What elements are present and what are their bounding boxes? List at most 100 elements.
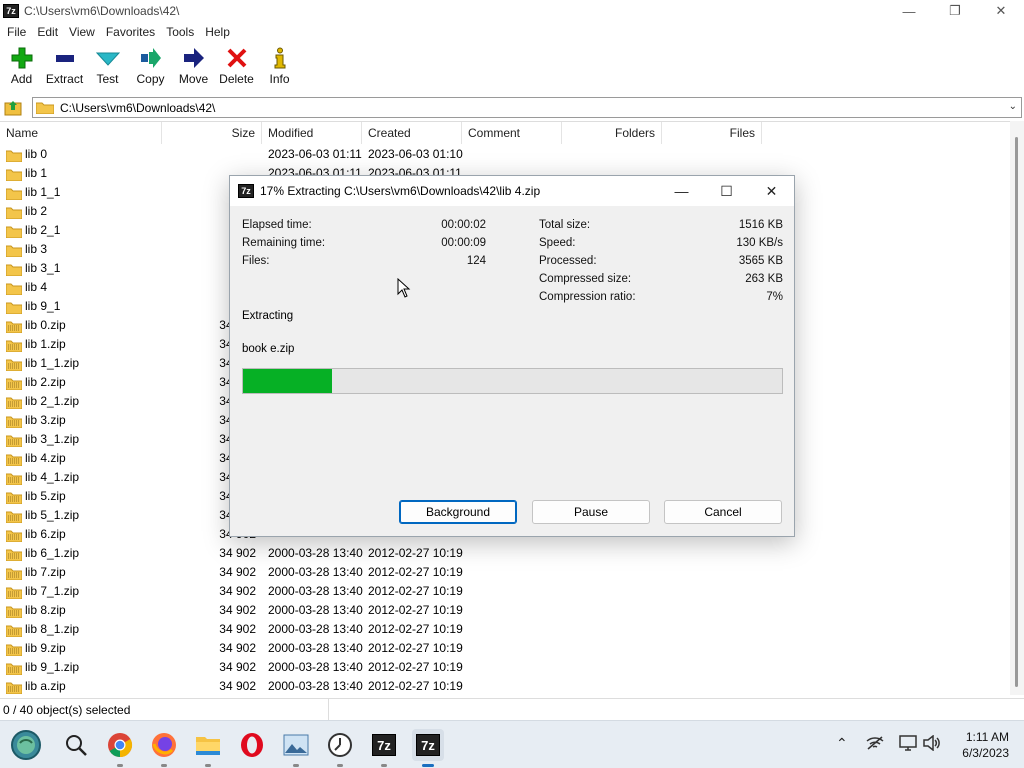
column-files[interactable]: Files — [662, 122, 762, 144]
info-button[interactable]: Info — [258, 44, 301, 92]
chevron-up-icon[interactable]: ⌃ — [836, 735, 848, 752]
column-created[interactable]: Created — [362, 122, 462, 144]
file-created-cell: 2012-02-27 10:19 — [368, 660, 463, 674]
table-row[interactable]: lib 8_1.zip 34 902 2000-03-28 13:40 2012-02… — [0, 620, 1010, 639]
7zip-logo-icon: 7z — [3, 4, 19, 18]
table-row[interactable]: lib 9.zip 34 902 2000-03-28 13:40 2012-02-2… — [0, 639, 1010, 658]
zip-folder-icon — [5, 510, 23, 523]
file-name-cell: lib 4.zip — [5, 449, 66, 468]
table-row[interactable]: lib 9_1.zip 34 902 2000-03-28 13:40 2012-02… — [0, 658, 1010, 677]
mouse-cursor-icon — [397, 278, 411, 298]
minimize-button[interactable]: — — [886, 0, 932, 22]
system-clock[interactable]: 1:11 AM 6/3/2023 — [962, 729, 1009, 761]
close-button[interactable]: ✕ — [978, 0, 1024, 22]
menu-tools[interactable]: Tools — [162, 25, 198, 39]
menu-file[interactable]: File — [3, 25, 30, 39]
move-button[interactable]: Move — [172, 44, 215, 92]
file-name-cell: lib 6.zip — [5, 525, 66, 544]
file-name-cell: lib 0.zip — [5, 316, 66, 335]
processed-value: 3565 KB — [738, 255, 783, 267]
search-icon[interactable] — [60, 729, 92, 761]
file-created-cell: 2023-06-03 01:10 — [368, 147, 463, 161]
file-name-cell: lib 9_1.zip — [5, 658, 79, 677]
copy-arrow-icon — [136, 44, 166, 72]
zip-folder-icon — [5, 605, 23, 618]
cancel-button[interactable]: Cancel — [664, 500, 782, 524]
column-comment[interactable]: Comment — [462, 122, 562, 144]
folder-icon — [5, 187, 23, 200]
progress-fill — [243, 369, 332, 393]
elapsed-value: 00:00:02 — [441, 219, 486, 231]
file-size-cell: 34 902 — [219, 546, 256, 560]
zip-folder-icon — [5, 339, 23, 352]
file-name-cell: lib 5.zip — [5, 487, 66, 506]
7zip-icon[interactable]: 7z — [368, 729, 400, 767]
folder-icon — [5, 225, 23, 238]
column-folders[interactable]: Folders — [562, 122, 662, 144]
vertical-scrollbar[interactable] — [1010, 121, 1024, 695]
file-created-cell: 2012-02-27 10:19 — [368, 546, 463, 560]
current-file: book e.zip — [242, 343, 295, 355]
start-icon[interactable] — [10, 729, 42, 761]
file-created-cell: 2012-02-27 10:19 — [368, 622, 463, 636]
firefox-icon[interactable] — [148, 729, 180, 767]
info-icon — [265, 44, 295, 72]
background-button[interactable]: Background — [399, 500, 517, 524]
zip-folder-icon — [5, 681, 23, 694]
volume-icon[interactable] — [923, 734, 941, 754]
dialog-maximize-button[interactable]: ☐ — [704, 176, 749, 206]
move-arrow-icon — [179, 44, 209, 72]
up-folder-icon[interactable] — [4, 98, 22, 116]
table-row[interactable]: lib a.zip 34 902 2000-03-28 13:40 2012-02-2… — [0, 677, 1010, 696]
network-icon[interactable] — [866, 735, 884, 754]
test-button[interactable]: Test — [86, 44, 129, 92]
folder-icon — [5, 206, 23, 219]
file-name-cell: lib 3.zip — [5, 411, 66, 430]
file-modified-cell: 2000-03-28 13:40 — [268, 622, 363, 636]
file-explorer-icon[interactable] — [192, 729, 224, 767]
dialog-minimize-button[interactable]: — — [659, 176, 704, 206]
menu-edit[interactable]: Edit — [33, 25, 62, 39]
remaining-value: 00:00:09 — [441, 237, 486, 249]
column-modified[interactable]: Modified — [262, 122, 362, 144]
display-icon[interactable] — [899, 735, 917, 754]
restore-button[interactable]: ❐ — [932, 0, 978, 22]
menu-view[interactable]: View — [65, 25, 99, 39]
column-size[interactable]: Size — [162, 122, 262, 144]
file-name-cell: lib 2 — [5, 202, 47, 221]
elapsed-label: Elapsed time: — [242, 219, 312, 231]
zip-folder-icon — [5, 624, 23, 637]
zip-folder-icon — [5, 529, 23, 542]
dialog-close-button[interactable]: ✕ — [749, 176, 794, 206]
address-field[interactable]: C:\Users\vm6\Downloads\42\ ⌄ — [32, 97, 1022, 118]
table-row[interactable]: lib 6_1.zip 34 902 2000-03-28 13:40 2012-02… — [0, 544, 1010, 563]
menu-favorites[interactable]: Favorites — [102, 25, 159, 39]
7zip-active-icon[interactable]: 7z — [412, 729, 444, 767]
image-viewer-icon[interactable] — [280, 729, 312, 767]
processed-label: Processed: — [539, 255, 597, 267]
chrome-icon[interactable] — [104, 729, 136, 767]
zip-folder-icon — [5, 472, 23, 485]
add-button[interactable]: Add — [0, 44, 43, 92]
pause-button[interactable]: Pause — [532, 500, 650, 524]
file-name-cell: lib 1 — [5, 164, 47, 183]
file-size-cell: 34 902 — [219, 622, 256, 636]
folder-icon — [36, 102, 54, 114]
file-name-cell: lib 3_1.zip — [5, 430, 79, 449]
table-row[interactable]: lib 7_1.zip 34 902 2000-03-28 13:40 2012-02… — [0, 582, 1010, 601]
chevron-down-icon[interactable]: ⌄ — [1009, 101, 1017, 112]
copy-button[interactable]: Copy — [129, 44, 172, 92]
clock-app-icon[interactable] — [324, 729, 356, 767]
table-row[interactable]: lib 7.zip 34 902 2000-03-28 13:40 2012-02-2… — [0, 563, 1010, 582]
menu-help[interactable]: Help — [201, 25, 234, 39]
column-name[interactable]: Name — [0, 122, 162, 144]
opera-icon[interactable] — [236, 729, 268, 761]
file-name-cell: lib 8.zip — [5, 601, 66, 620]
delete-button[interactable]: Delete — [215, 44, 258, 92]
table-row[interactable]: lib 8.zip 34 902 2000-03-28 13:40 2012-02-2… — [0, 601, 1010, 620]
table-row[interactable]: lib 0 2023-06-03 01:11 2023-06-03 01:10 — [0, 145, 1010, 164]
file-modified-cell: 2000-03-28 13:40 — [268, 641, 363, 655]
extract-button[interactable]: Extract — [43, 44, 86, 92]
zip-folder-icon — [5, 396, 23, 409]
extract-progress-dialog: 7z 17% Extracting C:\Users\vm6\Downloads… — [229, 175, 795, 537]
